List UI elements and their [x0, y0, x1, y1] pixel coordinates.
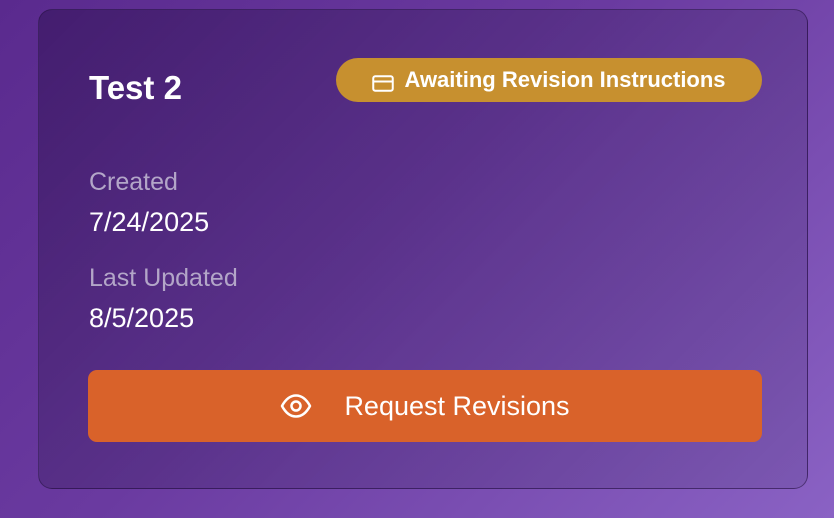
project-card: Test 2 Awaiting Revision Instructions Cr… — [38, 9, 808, 489]
last-updated-date: 8/5/2025 — [89, 303, 195, 333]
status-badge: Awaiting Revision Instructions — [336, 58, 762, 102]
last-updated-label: Last Updated — [89, 264, 238, 292]
status-badge-label: Awaiting Revision Instructions — [404, 67, 726, 92]
request-revisions-button[interactable]: Request Revisions — [88, 370, 762, 442]
created-label: Created — [89, 168, 178, 196]
card-title: Test 2 — [89, 69, 182, 106]
eye-icon — [280, 394, 312, 418]
credit-card-icon — [372, 72, 395, 92]
created-date: 7/24/2025 — [89, 207, 210, 237]
request-revisions-label: Request Revisions — [344, 390, 570, 421]
